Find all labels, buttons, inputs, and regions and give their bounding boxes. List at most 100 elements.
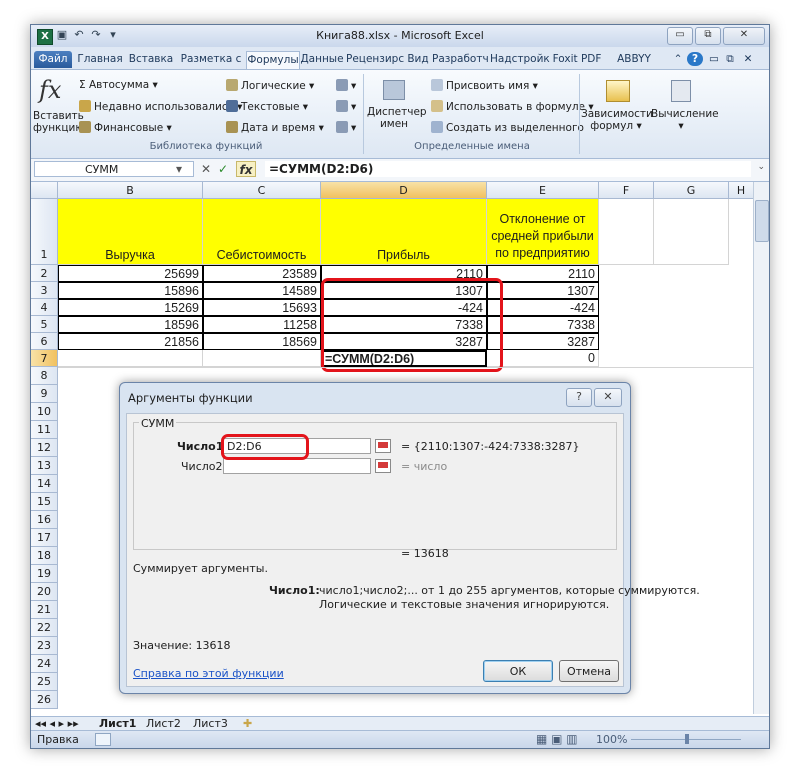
tab-review[interactable]: Рецензирс <box>346 51 404 68</box>
row-header[interactable]: 17 <box>31 529 58 547</box>
tab-addins[interactable]: Надстройк <box>490 51 550 68</box>
row-header[interactable]: 14 <box>31 475 58 493</box>
text-button[interactable]: Текстовые ▾ <box>226 100 308 113</box>
help-link[interactable]: Справка по этой функции <box>133 667 284 680</box>
cell-revenue[interactable]: 15269 <box>58 299 203 316</box>
row-header[interactable]: 13 <box>31 457 58 475</box>
row-header[interactable]: 9 <box>31 385 58 403</box>
cell-cost[interactable]: 23589 <box>203 265 321 282</box>
select-all-corner[interactable] <box>31 182 58 199</box>
row-header[interactable]: 18 <box>31 547 58 565</box>
vertical-scrollbar[interactable] <box>753 182 769 714</box>
row-header[interactable]: 11 <box>31 421 58 439</box>
row-header[interactable]: 12 <box>31 439 58 457</box>
name-box-dropdown-icon[interactable]: ▾ <box>176 162 182 176</box>
view-buttons-icon[interactable]: ▦ ▣ ▥ <box>536 732 578 746</box>
column-header[interactable]: B <box>58 182 203 199</box>
zoom-level[interactable]: 100% <box>596 733 627 746</box>
cancel-button[interactable]: Отмена <box>559 660 619 682</box>
row-header[interactable]: 22 <box>31 619 58 637</box>
cell-deviation[interactable]: -424 <box>487 299 599 316</box>
tab-formulas[interactable]: Формулы <box>246 51 300 69</box>
tab-view[interactable]: Вид <box>406 51 430 68</box>
cell[interactable] <box>58 350 203 367</box>
cell-revenue[interactable]: 18596 <box>58 316 203 333</box>
header-cell-profit[interactable]: Прибыль <box>321 199 487 265</box>
ok-button[interactable]: ОК <box>483 660 553 682</box>
sheet-nav-icons[interactable]: ◂◂ ◂ ▸ ▸▸ <box>35 717 79 730</box>
header-cell-cost[interactable]: Себистоимость <box>203 199 321 265</box>
insert-function-icon[interactable]: fx <box>39 76 61 104</box>
tab-insert[interactable]: Вставка <box>127 51 175 68</box>
cell-cost[interactable]: 18569 <box>203 333 321 350</box>
cell-revenue[interactable]: 25699 <box>58 265 203 282</box>
row-header[interactable]: 10 <box>31 403 58 421</box>
cell-deviation[interactable]: 3287 <box>487 333 599 350</box>
calculation-button[interactable]: Вычисление ▾ <box>651 108 719 132</box>
use-in-formula-button[interactable]: Использовать в формуле ▾ <box>431 100 594 113</box>
tab-home[interactable]: Главная <box>75 51 125 68</box>
date-time-button[interactable]: Дата и время ▾ <box>226 121 324 134</box>
cell-cost[interactable]: 14589 <box>203 282 321 299</box>
ribbon-minimize-icon[interactable]: ⌃ <box>671 51 685 68</box>
cell-cost[interactable]: 11258 <box>203 316 321 333</box>
tab-data[interactable]: Данные <box>300 51 344 68</box>
recently-used-button[interactable]: Недавно использовались ▾ <box>79 100 242 113</box>
formula-input[interactable]: =СУММ(D2:D6) <box>265 161 751 177</box>
row-header[interactable]: 8 <box>31 367 58 385</box>
doc-minimize-icon[interactable]: ▭ <box>707 51 721 68</box>
sheet-tab-3[interactable]: Лист3 <box>193 717 228 730</box>
sheet-tab-1[interactable]: Лист1 <box>99 717 136 730</box>
tab-page-layout[interactable]: Разметка с <box>177 51 245 68</box>
cell-deviation[interactable]: 7338 <box>487 316 599 333</box>
collapse-dialog-icon[interactable] <box>375 439 391 453</box>
logical-button[interactable]: Логические ▾ <box>226 79 314 92</box>
column-header[interactable]: H <box>729 182 754 199</box>
cell[interactable] <box>203 350 321 367</box>
doc-close-icon[interactable]: ✕ <box>741 51 755 68</box>
math-button[interactable]: ▾ <box>336 100 356 113</box>
row-header[interactable]: 6 <box>31 333 58 350</box>
row-header[interactable]: 24 <box>31 655 58 673</box>
cell-deviation[interactable]: 2110 <box>487 265 599 282</box>
header-cell-revenue[interactable]: Выручка <box>58 199 203 265</box>
tab-file[interactable]: Файл <box>34 51 72 68</box>
expand-formula-bar-icon[interactable]: ⌄ <box>757 162 765 172</box>
tab-abbyy-pdf[interactable]: ABBYY PDF <box>606 51 662 82</box>
name-manager-button[interactable]: Диспетчер имен <box>367 106 427 130</box>
sheet-tab-2[interactable]: Лист2 <box>146 717 181 730</box>
more-functions-button[interactable]: ▾ <box>336 121 356 134</box>
column-header[interactable]: C <box>203 182 321 199</box>
cell[interactable] <box>654 199 729 265</box>
row-header[interactable]: 20 <box>31 583 58 601</box>
column-header[interactable]: F <box>599 182 654 199</box>
zoom-slider-thumb[interactable] <box>685 734 689 744</box>
macro-record-icon[interactable] <box>95 733 111 746</box>
insert-function-button[interactable]: Вставить функцию <box>33 110 84 134</box>
tab-foxit-pdf[interactable]: Foxit PDF <box>550 51 604 68</box>
minimize-button[interactable]: ▭ <box>667 27 693 45</box>
row-header[interactable]: 25 <box>31 673 58 691</box>
help-icon[interactable]: ? <box>687 52 703 66</box>
cell-deviation[interactable]: 0 <box>487 350 599 367</box>
arg2-input[interactable] <box>223 458 371 474</box>
row-header[interactable]: 26 <box>31 691 58 709</box>
cell[interactable] <box>599 199 654 265</box>
lookup-button[interactable]: ▾ <box>336 79 356 92</box>
column-header[interactable]: E <box>487 182 599 199</box>
dialog-help-button[interactable]: ? <box>566 388 592 407</box>
insert-function-fx-button[interactable]: fx <box>236 161 256 177</box>
insert-sheet-icon[interactable]: ✚ <box>243 717 252 730</box>
header-cell-deviation[interactable]: Отклонение от средней прибыли по предприят… <box>487 199 599 265</box>
row-header[interactable]: 5 <box>31 316 58 333</box>
close-button[interactable]: ✕ <box>723 27 765 45</box>
financial-button[interactable]: Финансовые ▾ <box>79 121 172 134</box>
formula-auditing-button[interactable]: Зависимости формул ▾ <box>581 108 653 132</box>
cell-deviation[interactable]: 1307 <box>487 282 599 299</box>
row-header[interactable]: 2 <box>31 265 58 282</box>
scroll-thumb[interactable] <box>755 200 769 242</box>
collapse-dialog-icon[interactable] <box>375 459 391 473</box>
row-header[interactable]: 7 <box>31 350 58 367</box>
create-from-selection-button[interactable]: Создать из выделенного <box>431 121 584 134</box>
autosum-button[interactable]: Σ Автосумма ▾ <box>79 79 158 91</box>
